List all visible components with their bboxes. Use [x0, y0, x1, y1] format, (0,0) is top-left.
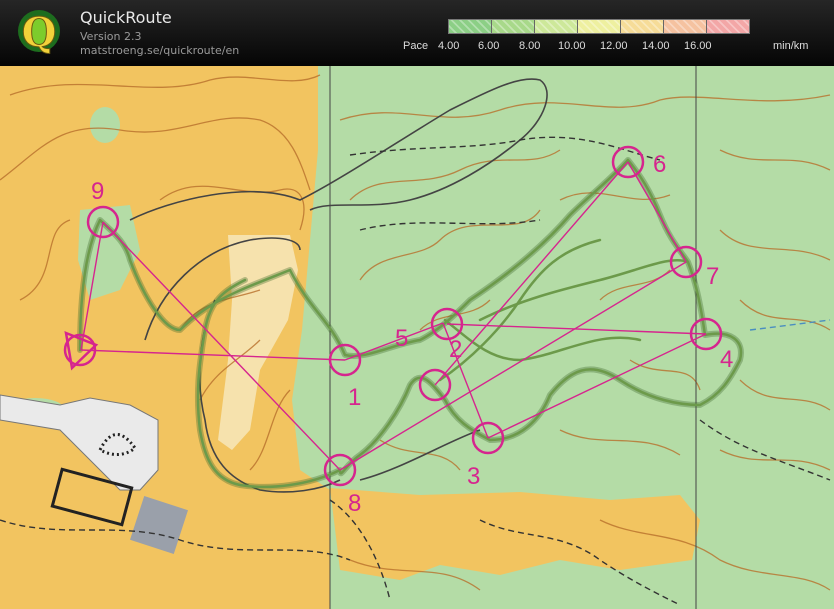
pace-color-segment — [492, 20, 535, 33]
control-number-6: 6 — [653, 151, 666, 178]
pace-tick: 12.00 — [600, 40, 628, 52]
pace-color-segment — [449, 20, 492, 33]
orienteering-map[interactable]: 1 2 3 4 5 6 7 8 9 — [0, 66, 834, 609]
pace-color-segment — [664, 20, 707, 33]
pace-color-segment — [621, 20, 664, 33]
pace-label: Pace — [403, 40, 429, 52]
forest-patch — [90, 107, 120, 143]
pace-color-segment — [578, 20, 621, 33]
pace-tick: 16.00 — [684, 40, 712, 52]
pace-color-scale — [448, 19, 750, 34]
control-number-5: 5 — [395, 325, 408, 352]
quickroute-logo-icon: Q — [18, 9, 60, 57]
control-number-7: 7 — [706, 263, 719, 290]
pace-tick: 14.00 — [642, 40, 670, 52]
header-bar: Q QuickRoute Version 2.3 matstroeng.se/q… — [0, 0, 834, 66]
map-canvas[interactable]: 1 2 3 4 5 6 7 8 9 — [0, 66, 834, 609]
pace-color-segment — [707, 20, 749, 33]
app-title: QuickRoute — [80, 8, 172, 27]
control-number-8: 8 — [348, 490, 361, 517]
pace-unit: min/km — [773, 40, 809, 52]
control-number-3: 3 — [467, 463, 480, 490]
svg-text:Q: Q — [22, 9, 57, 56]
pace-tick: 8.00 — [519, 40, 541, 52]
app-url[interactable]: matstroeng.se/quickroute/en — [80, 44, 239, 57]
quickroute-window: Q QuickRoute Version 2.3 matstroeng.se/q… — [0, 0, 834, 609]
control-number-1: 1 — [348, 384, 361, 411]
pace-color-segment — [535, 20, 578, 33]
control-number-9: 9 — [91, 178, 104, 205]
pace-tick: 10.00 — [558, 40, 586, 52]
app-version: Version 2.3 — [80, 30, 142, 43]
control-number-4: 4 — [720, 346, 733, 373]
pace-tick: 4.00 — [438, 40, 460, 52]
pace-tick: 6.00 — [478, 40, 500, 52]
control-number-2: 2 — [449, 336, 462, 363]
